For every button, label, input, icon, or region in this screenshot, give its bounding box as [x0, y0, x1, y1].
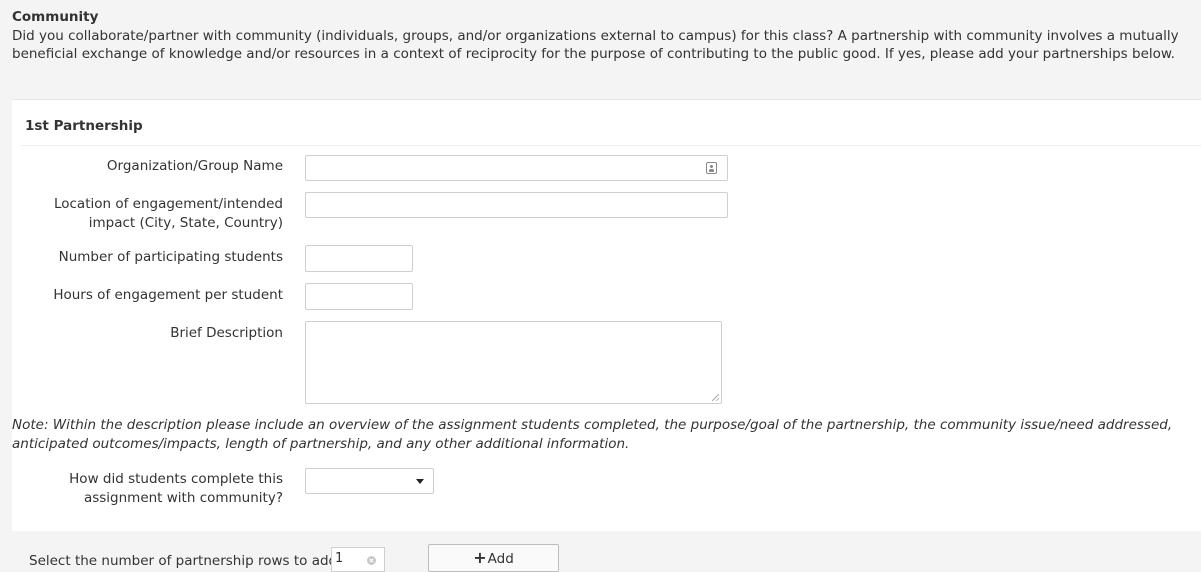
divider — [21, 145, 1201, 146]
community-section: Community Did you collaborate/partner wi… — [0, 0, 1201, 572]
org-name-input[interactable] — [305, 155, 728, 181]
description-textarea[interactable] — [305, 321, 722, 404]
add-button-label: Add — [487, 551, 514, 567]
description-label: Brief Description — [170, 325, 283, 341]
plus-icon: + — [473, 548, 487, 567]
clear-icon[interactable] — [367, 556, 376, 565]
hours-label: Hours of engagement per student — [53, 287, 283, 303]
location-input[interactable] — [305, 192, 728, 218]
completion-label: How did students complete this assignmen… — [69, 471, 283, 506]
rows-count-value: 1 — [335, 551, 344, 566]
location-label: Location of engagement/intended impact (… — [53, 196, 283, 231]
contact-card-icon[interactable] — [706, 162, 717, 174]
hours-input[interactable] — [305, 283, 413, 310]
chevron-down-icon — [416, 479, 424, 484]
num-students-label: Number of participating students — [58, 249, 283, 265]
footer: Select the number of partnership rows to… — [0, 531, 1201, 572]
rows-count-input[interactable]: 1 — [331, 547, 385, 572]
add-rows-button[interactable]: +Add — [428, 544, 559, 572]
description-note: Note: Within the description please incl… — [12, 417, 1173, 452]
section-description: Did you collaborate/partner with communi… — [12, 27, 1179, 63]
intro: Community Did you collaborate/partner wi… — [12, 8, 1192, 64]
resize-handle[interactable] — [712, 394, 719, 401]
num-students-input[interactable] — [305, 245, 413, 272]
completion-select[interactable] — [305, 468, 434, 494]
partnership-heading: 1st Partnership — [25, 118, 143, 134]
section-title: Community — [12, 9, 99, 25]
partnership-panel: 1st Partnership Organization/Group Name … — [12, 99, 1201, 532]
org-name-label: Organization/Group Name — [106, 158, 283, 174]
rows-label: Select the number of partnership rows to… — [29, 553, 342, 569]
